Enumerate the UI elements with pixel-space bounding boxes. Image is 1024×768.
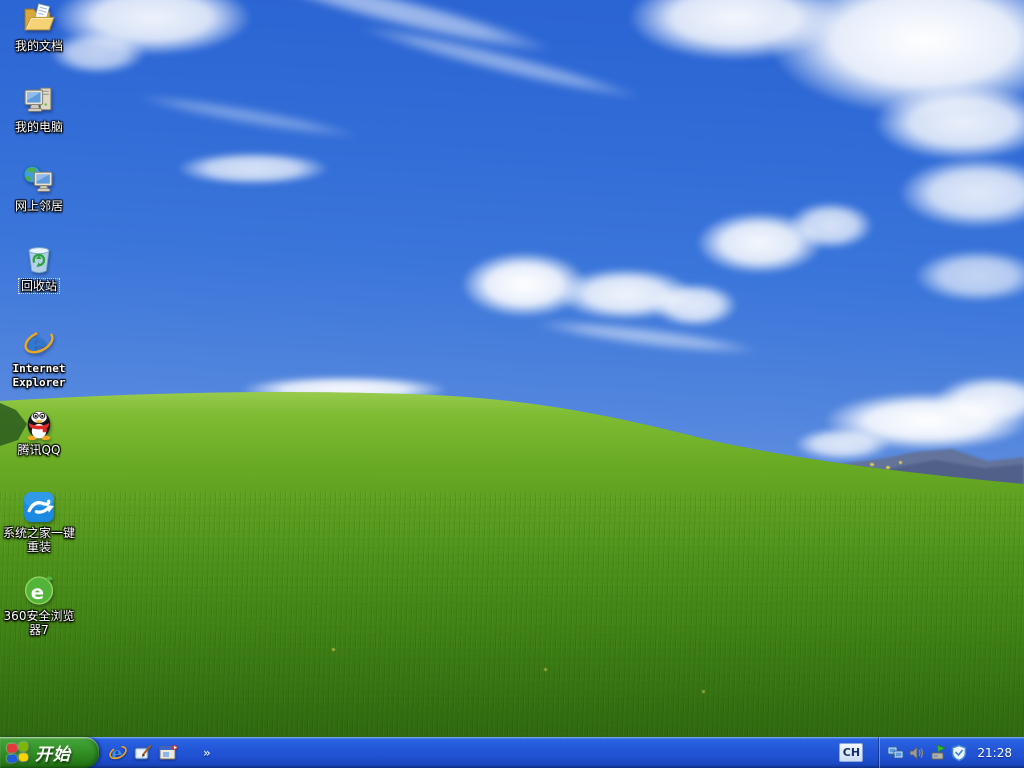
desktop-icon-tencent-qq[interactable]: 腾讯QQ <box>1 407 77 457</box>
volume-icon[interactable] <box>908 744 926 762</box>
qq-penguin-icon <box>27 411 51 441</box>
icon-label: 系统之家一键重装 <box>3 526 76 554</box>
safely-remove-hardware-icon[interactable] <box>929 743 947 762</box>
start-button[interactable]: 开始 <box>0 737 99 768</box>
icon-label: 我的电脑 <box>14 120 63 134</box>
svg-text:e: e <box>112 744 123 763</box>
globe-monitor-icon <box>23 165 53 192</box>
desktop-screen: 我的文档 我的电脑 网上邻居 回收站 e Internet Explorer 腾… <box>0 0 1024 768</box>
security-shield-icon[interactable] <box>950 744 968 762</box>
system-tray: 21:28 <box>878 737 1024 768</box>
ie-blue-e-icon: e <box>24 326 54 360</box>
icon-label: 腾讯QQ <box>17 443 61 457</box>
start-button-label: 开始 <box>35 745 71 765</box>
taskbar-right: CH 21:28 <box>839 737 1024 768</box>
taskbar: 开始 e » CH 21:28 <box>0 737 1024 768</box>
desktop-icon-column: 我的文档 我的电脑 网上邻居 回收站 e Internet Explorer 腾… <box>0 0 90 700</box>
desktop-icon-system-home-reinstall[interactable]: 系统之家一键重装 <box>1 490 77 554</box>
icon-label: 我的文档 <box>14 39 63 53</box>
computer-monitor-tower-icon <box>24 87 52 112</box>
desktop-icon-recycle-bin[interactable]: 回收站 <box>1 243 77 294</box>
taskbar-clock[interactable]: 21:28 <box>977 746 1016 760</box>
svg-text:e: e <box>31 581 44 604</box>
desktop-icon-network-places[interactable]: 网上邻居 <box>1 163 77 213</box>
ie-icon[interactable]: e <box>108 743 128 763</box>
show-desktop-icon[interactable] <box>133 743 153 763</box>
media-player-icon[interactable] <box>158 743 178 763</box>
quick-launch-overflow-chevron[interactable]: » <box>203 746 211 760</box>
recycle-bin-icon <box>28 247 50 274</box>
desktop-icon-360-safe-browser[interactable]: e 360安全浏览器7 <box>1 573 77 637</box>
language-indicator[interactable]: CH <box>839 743 864 762</box>
quick-launch-toolbar: e » <box>108 743 211 763</box>
icon-label: 回收站 <box>17 278 61 294</box>
icon-label: 360安全浏览器7 <box>3 609 75 637</box>
icon-label: 网上邻居 <box>14 199 63 213</box>
svg-text:e: e <box>28 326 46 360</box>
desktop-icon-my-computer[interactable]: 我的电脑 <box>1 84 77 134</box>
bliss-wallpaper-hill <box>0 391 1024 768</box>
desktop-icon-internet-explorer[interactable]: e Internet Explorer <box>1 326 77 390</box>
desktop-icon-my-documents[interactable]: 我的文档 <box>1 3 77 53</box>
blue-swoosh-app-icon <box>24 492 54 522</box>
open-folder-document-icon <box>24 3 55 31</box>
green-e-browser-icon: e <box>24 576 54 605</box>
network-icon[interactable] <box>887 744 905 762</box>
icon-label: Internet Explorer <box>12 362 66 389</box>
windows-logo-icon <box>7 741 28 764</box>
